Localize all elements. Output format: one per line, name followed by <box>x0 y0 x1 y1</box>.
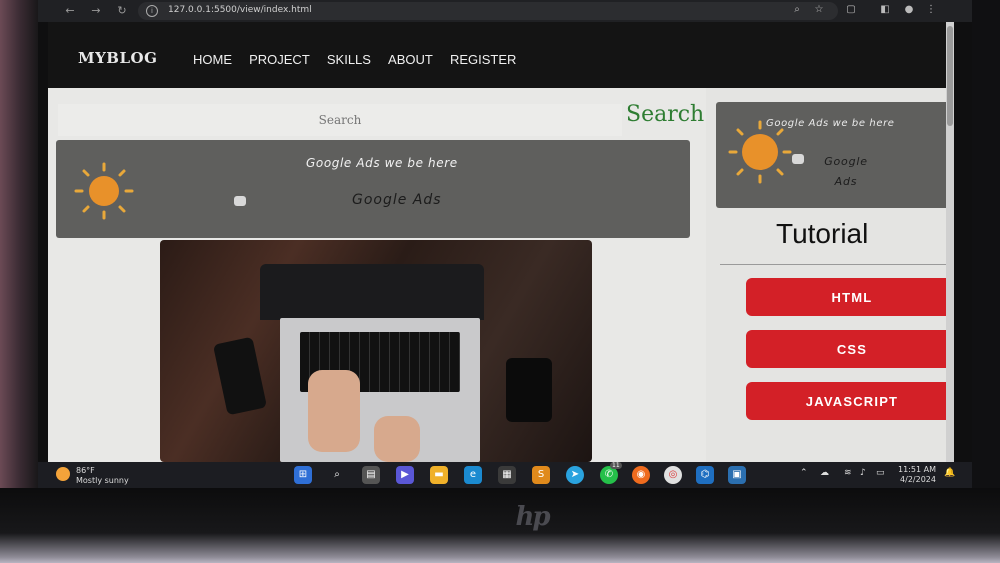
address-bar[interactable]: i 127.0.0.1:5500/view/index.html <box>138 2 838 20</box>
address-text: 127.0.0.1:5500/view/index.html <box>168 5 312 15</box>
menu-kebab-icon[interactable]: ⋮ <box>924 3 938 17</box>
site-brand[interactable]: MYBLOG <box>78 49 157 67</box>
laptop-lid-in-photo <box>260 264 484 320</box>
file-explorer-icon[interactable]: ▬ <box>430 466 448 484</box>
sidebar-ad-label: Google Ads <box>824 155 868 188</box>
javascript-button[interactable]: JAVASCRIPT <box>746 382 948 420</box>
site-info-icon[interactable]: i <box>146 5 158 17</box>
volume-icon[interactable]: ♪ <box>860 468 866 478</box>
search-icon[interactable]: ⌕ <box>328 466 346 484</box>
telegram-icon[interactable]: ➤ <box>566 466 584 484</box>
laptop-screen: ← → ↻ i 127.0.0.1:5500/view/index.html ⌕… <box>38 0 972 488</box>
chrome-icon[interactable]: ◎ <box>664 466 682 484</box>
photo-right-edge <box>970 0 1000 563</box>
weather-desc: Mostly sunny <box>76 476 129 485</box>
reload-icon[interactable]: ↻ <box>114 3 130 19</box>
back-icon[interactable]: ← <box>62 3 78 19</box>
scrollbar-thumb[interactable] <box>947 26 953 126</box>
search-input[interactable] <box>58 104 622 136</box>
site-navbar: MYBLOG HOME PROJECT SKILLS ABOUT REGISTE… <box>48 22 948 88</box>
tutorial-heading: Tutorial <box>776 218 869 249</box>
sun-icon <box>728 120 792 184</box>
bookmark-star-icon[interactable]: ☆ <box>812 3 826 17</box>
photo-left-edge <box>0 0 40 563</box>
sublime-icon[interactable]: S <box>532 466 550 484</box>
profile-icon[interactable]: ● <box>902 3 916 17</box>
css-button[interactable]: CSS <box>746 330 948 368</box>
notification-bell-icon[interactable]: 🔔 <box>944 468 955 478</box>
web-page: MYBLOG HOME PROJECT SKILLS ABOUT REGISTE… <box>48 22 948 462</box>
sidepanel-icon[interactable]: ◧ <box>878 3 892 17</box>
nav-project[interactable]: PROJECT <box>249 52 310 67</box>
clock-date: 4/2/2024 <box>900 475 936 484</box>
cloud-icon[interactable]: ☁ <box>820 468 829 478</box>
hero-image <box>160 240 592 462</box>
nav-register[interactable]: REGISTER <box>450 52 516 67</box>
main-ad-banner[interactable]: Google Ads we be here Google Ads <box>56 140 690 238</box>
chat-icon[interactable]: ▶ <box>396 466 414 484</box>
ad-label: Google Ads <box>352 192 442 208</box>
zoom-icon[interactable]: ⌕ <box>790 3 804 17</box>
divider <box>720 264 948 265</box>
sidebar: Google Ads we be here Google Ads Tutoria… <box>706 88 948 462</box>
broken-image-icon <box>234 196 246 206</box>
page-scrollbar[interactable] <box>946 22 954 462</box>
firefox-icon[interactable]: ◉ <box>632 466 650 484</box>
wifi-icon[interactable]: ≋ <box>844 468 852 478</box>
taskbar: 86°F Mostly sunny ⊞ ⌕ ▤ ▶ ▬ e ▦ S ➤ ✆ 11… <box>38 462 972 488</box>
search-row: Search <box>58 102 704 138</box>
ad-headline: Google Ads we be here <box>306 156 458 170</box>
sidebar-ad-banner[interactable]: Google Ads we be here Google Ads <box>716 102 948 208</box>
extensions-icon[interactable]: ▢ <box>844 3 858 17</box>
sidebar-ad-headline: Google Ads we be here <box>766 118 895 129</box>
whatsapp-badge: 11 <box>610 462 622 469</box>
sun-icon <box>74 162 134 220</box>
forward-icon[interactable]: → <box>88 3 104 19</box>
browser-toolbar: ← → ↻ i 127.0.0.1:5500/view/index.html ⌕… <box>38 0 972 22</box>
start-icon[interactable]: ⊞ <box>294 466 312 484</box>
battery-icon[interactable]: ▭ <box>876 468 885 478</box>
weather-temp: 86°F <box>76 466 95 475</box>
left-hand-in-photo <box>308 370 360 452</box>
nav-skills[interactable]: SKILLS <box>327 52 371 67</box>
hp-logo: hp <box>515 502 550 532</box>
nav-home[interactable]: HOME <box>193 52 232 67</box>
laptop-body <box>0 488 1000 563</box>
tray-chevron-icon[interactable]: ⌃ <box>800 468 808 478</box>
broken-image-icon <box>792 154 804 164</box>
clock-time: 11:51 AM <box>898 465 936 474</box>
task-view-icon[interactable]: ▤ <box>362 466 380 484</box>
phone-in-photo <box>212 336 268 416</box>
weather-sun-icon <box>56 467 70 481</box>
edge-icon[interactable]: e <box>464 466 482 484</box>
app-icon[interactable]: ▣ <box>728 466 746 484</box>
right-hand-in-photo <box>374 416 420 462</box>
search-button[interactable]: Search <box>626 102 704 127</box>
clock[interactable]: 11:51 AM 4/2/2024 <box>898 465 936 485</box>
html-button[interactable]: HTML <box>746 278 948 316</box>
store-icon[interactable]: ▦ <box>498 466 516 484</box>
nav-links: HOME PROJECT SKILLS ABOUT REGISTER <box>193 49 528 68</box>
nav-about[interactable]: ABOUT <box>388 52 433 67</box>
vscode-icon[interactable]: ⌬ <box>696 466 714 484</box>
drive-in-photo <box>506 358 552 422</box>
